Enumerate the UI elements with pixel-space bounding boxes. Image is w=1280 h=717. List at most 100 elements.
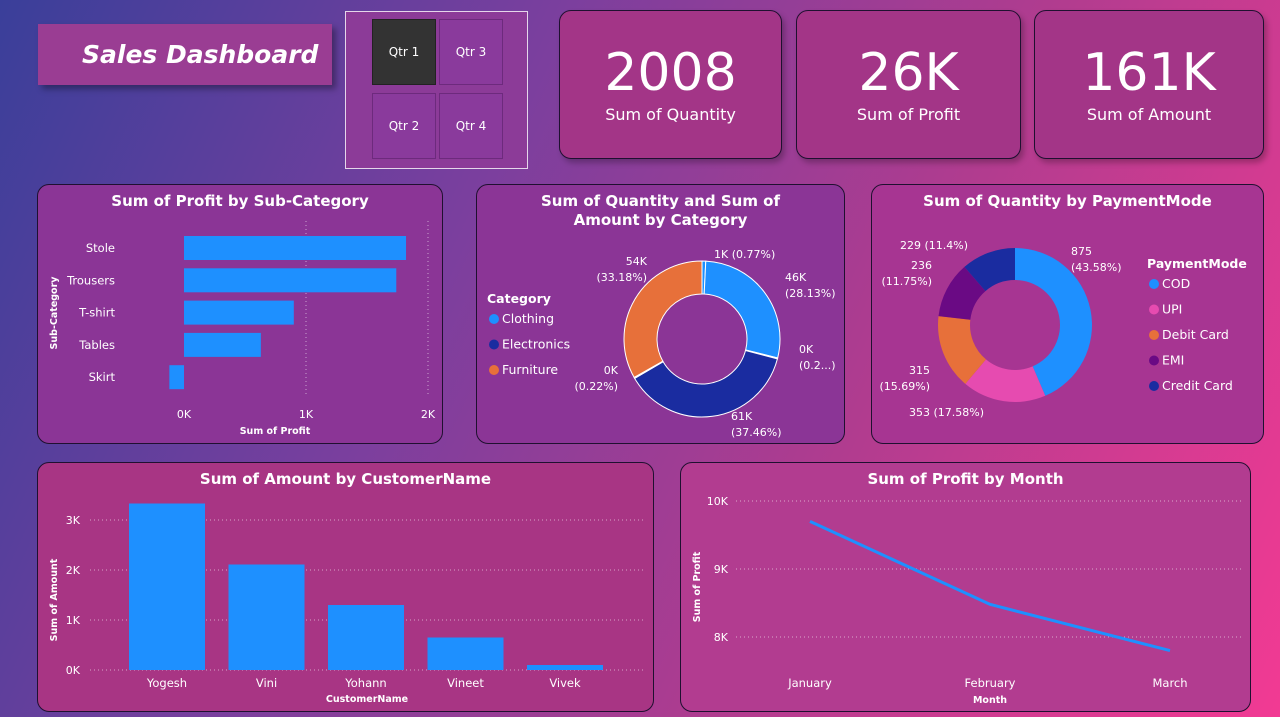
kpi-amount-label: Sum of Amount: [1086, 105, 1212, 124]
bar-vini: [228, 564, 305, 670]
kpi-card-amount[interactable]: 161K Sum of Amount: [1034, 10, 1264, 159]
x-axis-title: Month: [973, 695, 1007, 706]
legend-label: EMI: [1162, 353, 1184, 368]
y-tick-label: 8K: [714, 631, 729, 644]
legend-marker: [489, 314, 499, 324]
chart-canvas: 1K (0.77%) 46K (28.13%) 0K (0.2...) 61K (37.46…: [487, 248, 836, 439]
legend-title: Category: [487, 291, 551, 306]
data-label: (11.75%): [881, 275, 932, 288]
data-label: 0K: [799, 343, 814, 356]
legend-marker: [1149, 330, 1159, 340]
bar-t-shirt: [184, 300, 294, 325]
y-tick-label: Tables: [78, 338, 115, 352]
data-label: 236: [911, 259, 932, 272]
bar-tables: [184, 332, 261, 357]
chart-qty-by-paymentmode[interactable]: Sum of Quantity by PaymentMode 875 (43.58…: [871, 184, 1264, 444]
chart-canvas: 8K 9K 10K January February March Month Sum of P…: [692, 495, 1241, 706]
x-tick-label: February: [965, 676, 1016, 690]
data-label: (28.13%): [785, 287, 836, 300]
slicer-qtr-2-label: Qtr 2: [388, 119, 420, 133]
y-axis-title: Sub-Category: [49, 276, 60, 350]
chart-amount-by-customer[interactable]: Sum of Amount by CustomerName 0K 1K 2K 3K Yo…: [37, 462, 654, 712]
legend-label: Credit Card: [1162, 378, 1233, 393]
legend-label: Clothing: [502, 311, 554, 326]
chart-qty-amount-by-category[interactable]: Sum of Quantity and Sum of Amount by Cat…: [476, 184, 845, 444]
line-series-profit: [809, 520, 1171, 653]
y-tick-label: Trousers: [66, 273, 115, 287]
x-axis-title: Sum of Profit: [240, 426, 311, 437]
legend-label: Furniture: [502, 362, 558, 377]
kpi-amount-value: 161K: [1082, 43, 1216, 103]
y-axis-title: Sum of Profit: [692, 551, 703, 622]
chart-profit-by-month[interactable]: Sum of Profit by Month 8K 9K 10K January Feb…: [680, 462, 1251, 712]
x-tick-label: Vini: [256, 676, 277, 690]
data-label: (0.2...): [799, 359, 836, 372]
chart-canvas: 875 (43.58%) 353 (17.58%) 315 (15.69%) 236 (11…: [879, 239, 1247, 419]
legend-label: UPI: [1162, 302, 1182, 317]
slicer-qtr-4[interactable]: Qtr 4: [439, 93, 503, 159]
legend-label: COD: [1162, 276, 1190, 291]
x-tick-label: 1K: [299, 408, 314, 421]
kpi-profit-value: 26K: [858, 43, 959, 103]
data-label: 229 (11.4%): [900, 239, 968, 252]
x-axis-title: CustomerName: [326, 694, 408, 705]
bar-vineet: [427, 637, 504, 670]
legend-marker: [1149, 355, 1159, 366]
legend-title: PaymentMode: [1147, 256, 1247, 271]
data-label: 54K: [626, 255, 648, 268]
y-tick-label: 10K: [707, 495, 729, 508]
legend-marker: [1149, 279, 1159, 289]
kpi-profit-label: Sum of Profit: [856, 105, 961, 124]
bar-stole: [184, 236, 407, 260]
chart-profit-by-subcategory[interactable]: Sum of Profit by Sub-Category 0K 1K 2K Stol…: [37, 184, 443, 444]
y-axis-title: Sum of Amount: [49, 558, 60, 641]
slicer-qtr-2[interactable]: Qtr 2: [372, 93, 436, 159]
chart-canvas: 0K 1K 2K 3K Yogesh Vini Yohann Vineet Vivek Custo…: [49, 503, 643, 705]
legend-marker: [489, 365, 499, 375]
legend-marker: [489, 339, 499, 350]
data-label: (33.18%): [596, 271, 647, 284]
legend-marker: [1149, 304, 1159, 315]
kpi-card-profit[interactable]: 26K Sum of Profit: [796, 10, 1021, 159]
y-tick-label: 3K: [66, 514, 81, 527]
x-tick-label: Yohann: [344, 676, 386, 690]
x-tick-label: 2K: [421, 408, 436, 421]
y-tick-label: 9K: [714, 563, 729, 576]
slicer-qtr-3-label: Qtr 3: [455, 45, 487, 59]
legend-label: Debit Card: [1162, 327, 1229, 342]
slicer-qtr-1[interactable]: Qtr 1: [372, 19, 436, 85]
data-label: 61K: [731, 410, 753, 423]
bar-skirt: [169, 365, 184, 390]
y-tick-label: Skirt: [89, 370, 116, 384]
y-tick-label: T-shirt: [78, 306, 115, 320]
data-label: 875: [1071, 245, 1092, 258]
kpi-quantity-label: Sum of Quantity: [605, 105, 736, 124]
data-label: (15.69%): [879, 380, 930, 393]
x-tick-label: Vivek: [549, 676, 581, 690]
data-label: (37.46%): [731, 426, 782, 439]
chart-canvas: 0K 1K 2K Stole Trousers T-shirt Tables Skirt Sum…: [49, 221, 436, 437]
bar-yogesh: [129, 503, 205, 670]
data-label: 0K: [604, 364, 619, 377]
data-label: 315: [909, 364, 930, 377]
bar-vivek: [527, 665, 603, 670]
data-label: 1K (0.77%): [714, 248, 775, 261]
dashboard-title-text: Sales Dashboard: [82, 40, 319, 69]
legend-marker: [1149, 381, 1159, 391]
slicer-qtr-3[interactable]: Qtr 3: [439, 19, 503, 85]
legend-label: Electronics: [502, 337, 570, 352]
donut-slice-clothing: [703, 260, 781, 359]
y-tick-label: 0K: [66, 664, 81, 677]
dashboard-title: Sales Dashboard: [38, 24, 332, 85]
y-tick-label: 2K: [66, 564, 81, 577]
data-label: (0.22%): [574, 380, 618, 393]
y-tick-label: 1K: [66, 614, 81, 627]
slicer-qtr-4-label: Qtr 4: [455, 119, 487, 133]
bar-trousers: [184, 268, 397, 293]
kpi-card-quantity[interactable]: 2008 Sum of Quantity: [559, 10, 782, 159]
data-label: 353 (17.58%): [909, 406, 984, 419]
kpi-quantity-value: 2008: [604, 43, 737, 103]
x-tick-label: 0K: [177, 408, 192, 421]
x-tick-label: January: [787, 676, 832, 690]
slicer-qtr-1-label: Qtr 1: [388, 45, 420, 59]
